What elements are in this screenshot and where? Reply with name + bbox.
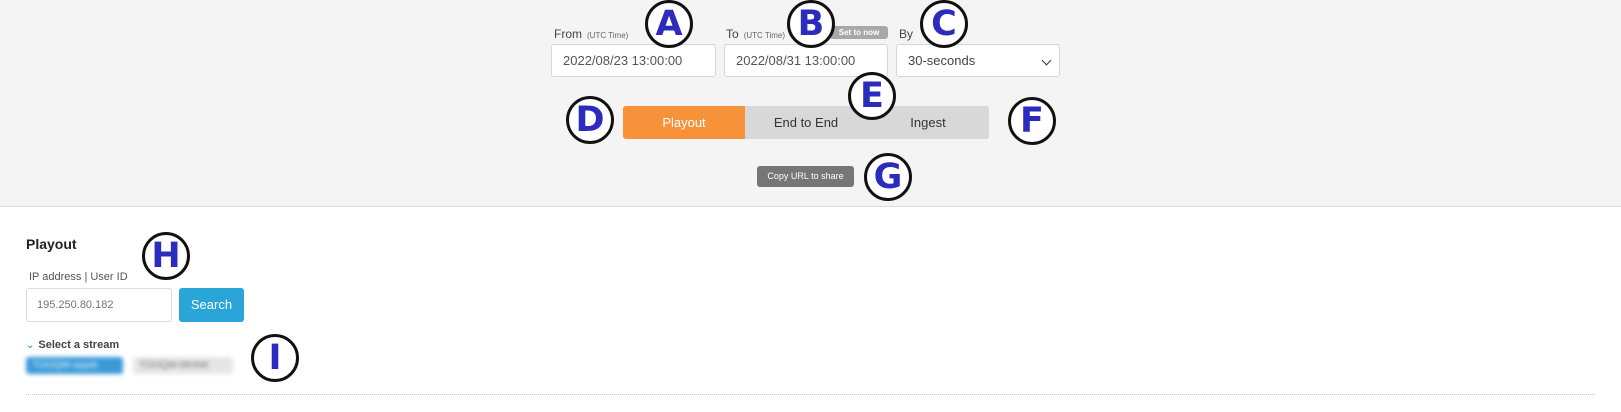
ip-user-input[interactable] [26,288,172,322]
to-label-text: To [726,27,739,41]
select-stream-label: Select a stream [38,339,120,351]
section-divider [26,394,1595,395]
annotation-badge-f: F [1008,97,1056,145]
chevron-down-icon: ⌄ [26,340,35,351]
view-mode-tabs: Playout End to End Ingest [623,106,989,139]
section-title: Playout [26,236,77,252]
interval-select-value: 30-seconds [908,53,976,68]
stream-chip[interactable]: TOOQM-sppdr [26,357,123,374]
from-utc-note: (UTC Time) [587,31,629,40]
copy-url-button[interactable]: Copy URL to share [757,166,854,187]
ip-field-label: IP address | User ID [29,271,128,283]
annotation-badge-d: D [566,96,614,144]
to-date-input[interactable] [724,44,888,77]
search-button[interactable]: Search [179,288,244,322]
stream-chip[interactable]: TOOQM-MHNK [133,357,233,374]
interval-select[interactable]: 30-seconds [896,44,1060,77]
annotation-badge-b: B [787,0,835,48]
annotation-badge-i: I [251,334,299,382]
by-label: By [899,27,914,41]
to-utc-note: (UTC Time) [743,31,786,40]
annotation-badge-g: G [864,153,912,201]
tab-playout[interactable]: Playout [623,106,745,139]
annotation-badge-h: H [142,232,190,280]
tab-end-to-end[interactable]: End to End [745,106,867,139]
set-to-now-button[interactable]: Set to now [830,26,888,39]
annotation-badge-e: E [848,72,896,120]
annotation-badge-c: C [920,0,968,48]
annotation-badge-a: A [645,0,693,48]
select-stream-toggle[interactable]: ⌄ Select a stream [26,339,119,351]
to-label: To (UTC Time) [726,27,785,41]
from-label-text: From [554,27,582,41]
from-label: From (UTC Time) [554,27,628,41]
chevron-down-icon [1041,55,1052,66]
from-date-input[interactable] [551,44,716,77]
